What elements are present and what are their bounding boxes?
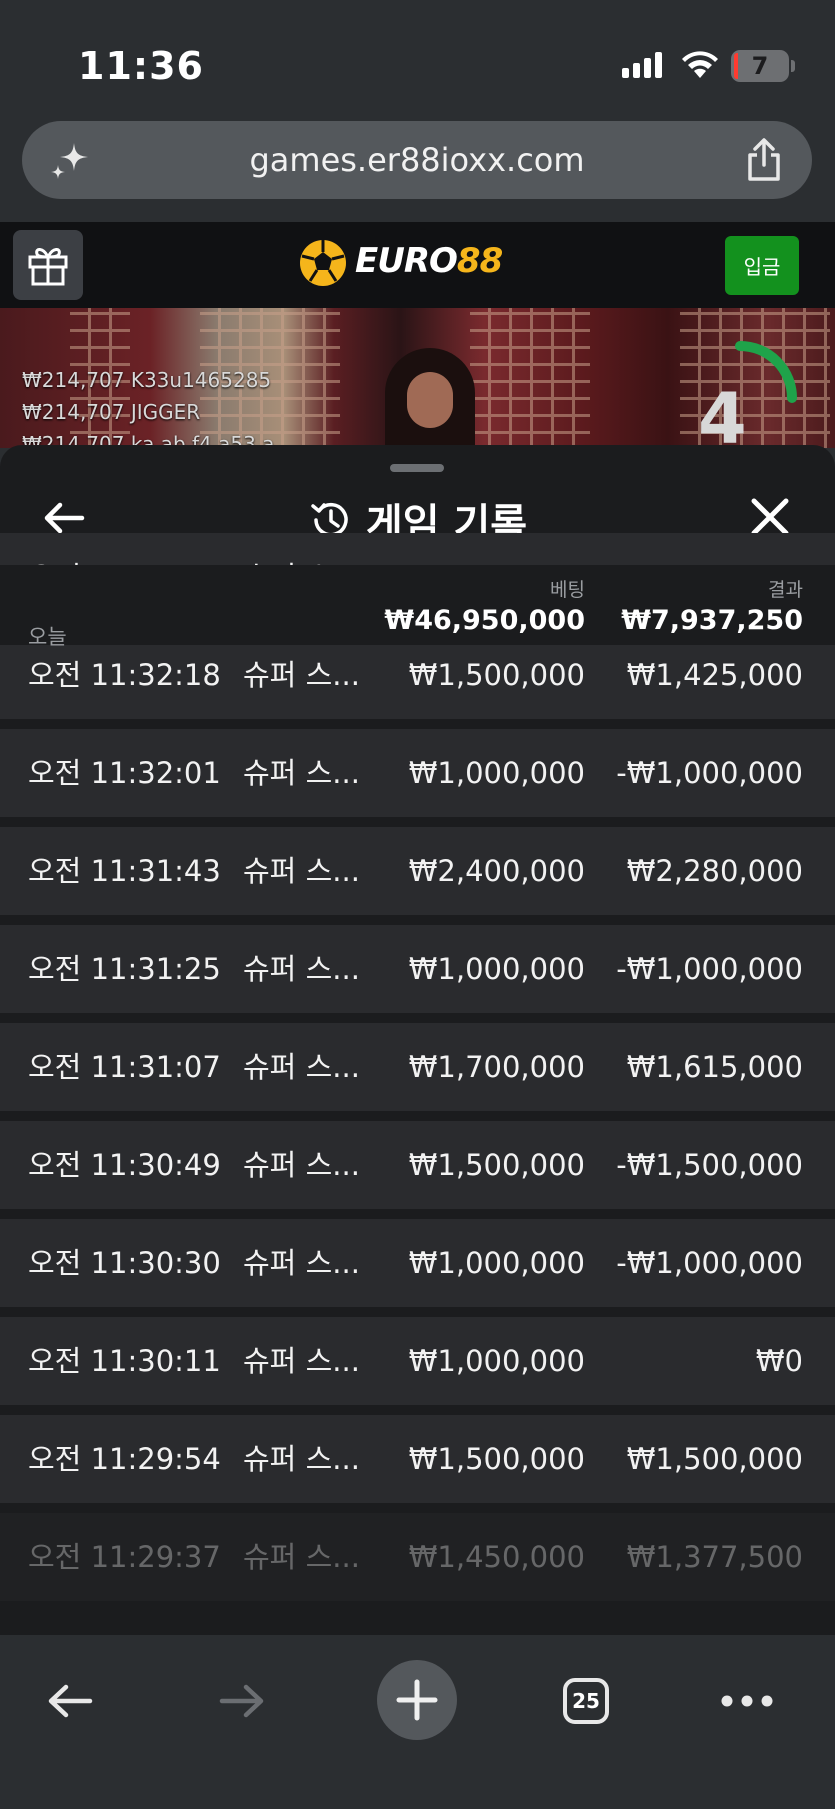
row-game: 슈퍼 스... (243, 1246, 360, 1280)
history-row[interactable]: 오전 11:29:37 슈퍼 스... ₩1,450,000 ₩1,377,50… (0, 1513, 835, 1601)
status-time: 11:36 (78, 44, 204, 88)
tabs-button[interactable]: 25 (563, 1678, 609, 1724)
row-time: 오전 11:29:54 (28, 1442, 221, 1476)
row-bet: ₩2,400,000 (408, 854, 585, 888)
row-result: ₩1,500,000 (626, 1442, 803, 1476)
logo-text-yellow: 88 (456, 241, 503, 281)
gift-button[interactable] (13, 230, 83, 300)
history-row[interactable]: 오전 11:31:43 슈퍼 스... ₩2,400,000 ₩2,280,00… (0, 827, 835, 915)
logo-text: EURO88 (355, 241, 503, 281)
live-video: ₩214,707 K33u1465285 ₩214,707 JIGGER ₩21… (0, 308, 835, 448)
row-time: 오전 11:29:37 (28, 1540, 221, 1574)
row-bet: ₩1,500,000 (408, 1148, 585, 1182)
lattice-decor-3 (470, 308, 590, 448)
ticker-line: ₩214,707 JIGGER (22, 400, 201, 424)
history-row[interactable]: 오전 11:30:30 슈퍼 스... ₩1,000,000 -₩1,000,0… (0, 1219, 835, 1307)
row-result: -₩1,500,000 (616, 1148, 803, 1182)
result-column-label: 결과 (768, 579, 803, 601)
summary-header: 베팅 결과 오늘 ₩46,950,000 ₩7,937,250 (0, 565, 835, 649)
row-time: 오전 11:30:49 (28, 1148, 221, 1182)
row-game: 슈퍼 스... (243, 952, 360, 986)
history-row[interactable]: 오전 11:30:49 슈퍼 스... ₩1,500,000 -₩1,500,0… (0, 1121, 835, 1209)
history-row[interactable]: 오전 11:29:54 슈퍼 스... ₩1,500,000 ₩1,500,00… (0, 1415, 835, 1503)
cellular-signal-icon (622, 52, 662, 78)
browser-toolbar: 25 (0, 1635, 835, 1809)
soccer-ball-icon (300, 240, 346, 286)
row-game: 슈퍼 스... (243, 1442, 360, 1476)
row-result: -₩1,000,000 (616, 756, 803, 790)
gift-icon (28, 248, 68, 286)
row-result: -₩1,000,000 (616, 952, 803, 986)
row-result: ₩0 (755, 1344, 803, 1378)
countdown-number: 4 (698, 378, 747, 448)
battery-tip (791, 60, 795, 72)
row-game: 슈퍼 스... (243, 1344, 360, 1378)
row-bet: ₩1,450,000 (408, 1540, 585, 1574)
row-bet: ₩1,000,000 (408, 952, 585, 986)
deposit-button[interactable]: 입금 (725, 236, 799, 295)
history-row[interactable]: 오전 11:30:11 슈퍼 스... ₩1,000,000 ₩0 (0, 1317, 835, 1405)
battery-icon: 7 (731, 50, 789, 82)
row-game: 슈퍼 스... (243, 1148, 360, 1182)
today-label: 오늘 (28, 625, 67, 649)
plus-icon (396, 1679, 438, 1721)
row-time: 오전 11:32:01 (28, 756, 221, 790)
address-bar[interactable]: games.er88ioxx.com (22, 121, 812, 199)
url-text[interactable]: games.er88ioxx.com (22, 121, 812, 199)
row-time: 오전 11:31:25 (28, 952, 221, 986)
row-game: 슈퍼 스... (243, 1540, 360, 1574)
row-time: 오전 11:30:30 (28, 1246, 221, 1280)
forward-icon[interactable] (216, 1675, 268, 1727)
row-bet: ₩1,700,000 (408, 1050, 585, 1084)
history-row[interactable]: 오전 11:31:25 슈퍼 스... ₩1,000,000 -₩1,000,0… (0, 925, 835, 1013)
row-bet: ₩1,000,000 (408, 1344, 585, 1378)
dealer-figure (385, 348, 475, 448)
game-history-sheet: 게임 기록 베팅 결과 오늘 ₩46,950,000 ₩7,937,250 오전… (0, 445, 835, 1635)
back-icon[interactable] (44, 1675, 96, 1727)
row-game: 슈퍼 스... (243, 756, 360, 790)
ticker-line: ₩214,707 K33u1465285 (22, 368, 272, 392)
row-game: 슈퍼 스... (243, 1050, 360, 1084)
row-result: ₩1,377,500 (626, 1540, 803, 1574)
row-bet: ₩1,500,000 (408, 1442, 585, 1476)
row-result: -₩1,000,000 (616, 1246, 803, 1280)
row-result: ₩1,615,000 (626, 1050, 803, 1084)
logo-text-white: EURO (355, 241, 458, 281)
more-icon[interactable] (720, 1693, 774, 1709)
row-time: 오전 11:31:07 (28, 1050, 221, 1084)
drag-handle[interactable] (390, 464, 444, 472)
row-game: 슈퍼 스... (243, 854, 360, 888)
site-header: EURO88 입금 (0, 222, 835, 308)
total-result: ₩7,937,250 (621, 605, 803, 636)
battery-level: 7 (751, 52, 769, 80)
row-time: 오전 11:30:11 (28, 1344, 221, 1378)
history-row[interactable]: 오전 11:32:01 슈퍼 스... ₩1,000,000 -₩1,000,0… (0, 729, 835, 817)
wifi-icon (682, 51, 718, 78)
status-bar: 11:36 7 (0, 0, 835, 120)
history-row[interactable]: 오전 11:31:07 슈퍼 스... ₩1,700,000 ₩1,615,00… (0, 1023, 835, 1111)
row-bet: ₩1,000,000 (408, 756, 585, 790)
share-icon[interactable] (742, 137, 786, 183)
new-tab-button[interactable] (377, 1660, 457, 1740)
bet-column-label: 베팅 (550, 579, 585, 601)
row-result: ₩2,280,000 (626, 854, 803, 888)
total-bet: ₩46,950,000 (384, 605, 585, 636)
row-bet: ₩1,000,000 (408, 1246, 585, 1280)
row-time: 오전 11:31:43 (28, 854, 221, 888)
